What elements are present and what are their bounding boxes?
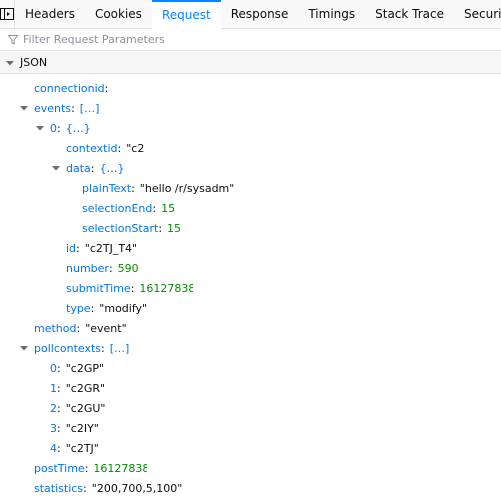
tab-headers[interactable]: Headers [15,0,85,28]
tree-value: "200,700,5,100" [91,481,183,495]
tree-key: pollcontexts [34,341,102,355]
tree-key: 4 [50,441,57,455]
tree-value: "c2 [126,141,145,155]
tree-preview: […] [79,101,100,115]
section-label: JSON [20,56,48,69]
filter-icon [8,34,18,45]
tree-key: type [66,301,91,315]
tree-value: "c2TJ" [65,441,99,455]
tree-key: contextid [66,141,118,155]
filter-bar [0,29,501,51]
tree-key: 0 [50,361,57,375]
tree-row-events[interactable]: events: […] [0,98,501,118]
tree-value: 15 [167,221,182,235]
tree-preview: {…} [65,121,91,135]
tree-value: 16127838 [93,461,148,475]
tree-key: 0 [50,121,57,135]
tree-key: method [34,321,77,335]
tree-row-selectionstart[interactable]: selectionStart: 15 [0,218,501,238]
tree-preview: {…} [99,161,125,175]
tree-row-data[interactable]: data: {…} [0,158,501,178]
chevron-down-icon[interactable] [20,104,28,112]
tree-value: "c2IY" [65,421,99,435]
tree-key: connectionid [34,81,105,95]
tree-preview: […] [109,341,130,355]
tab-bar: Headers Cookies Request Response Timings… [0,0,501,29]
json-tree: connectionid: events: […] 0: {…} context… [0,78,501,498]
tree-row-submittime[interactable]: submitTime: 16127838 [0,278,501,298]
tree-row-events-0[interactable]: 0: {…} [0,118,501,138]
tab-security[interactable]: Security [454,0,501,28]
tree-value: "c2TJ_T4" [84,241,138,255]
tree-row-pollcontext-item[interactable]: 0: "c2GP" [0,358,501,378]
tree-key: selectionStart [82,221,159,235]
tree-value: "hello /r/sysadm" [139,181,235,195]
tab-cookies[interactable]: Cookies [85,0,152,28]
tree-key: 2 [50,401,57,415]
sidebar-panel-icon [0,8,14,20]
json-section-header[interactable]: JSON [0,52,501,74]
tree-row-contextid[interactable]: contextid: "c2 [0,138,501,158]
chevron-down-icon[interactable] [52,164,60,172]
chevron-down-icon[interactable] [20,344,28,352]
tab-response[interactable]: Response [221,0,299,28]
tree-key: selectionEnd [82,201,153,215]
tree-row-number[interactable]: number: 590 [0,258,501,278]
tree-row-statistics[interactable]: statistics: "200,700,5,100" [0,478,501,498]
tree-key: plainText [82,181,132,195]
tree-key: id [66,241,77,255]
tree-row-id[interactable]: id: "c2TJ_T4" [0,238,501,258]
tree-row-type[interactable]: type: "modify" [0,298,501,318]
tree-value: "c2GR" [65,381,106,395]
tree-key: number [66,261,109,275]
toggle-sidebar-button[interactable] [0,0,15,28]
tree-row-plaintext[interactable]: plainText: "hello /r/sysadm" [0,178,501,198]
tree-key: submitTime [66,281,131,295]
tree-value: 16127838 [139,281,194,295]
tree-key: 3 [50,421,57,435]
tree-key: statistics [34,481,84,495]
tree-row-selectionend[interactable]: selectionEnd: 15 [0,198,501,218]
chevron-down-icon[interactable] [36,124,44,132]
tree-row-method[interactable]: method: "event" [0,318,501,338]
tree-key: data [66,161,91,175]
tree-row-pollcontext-item[interactable]: 2: "c2GU" [0,398,501,418]
filter-input[interactable] [23,33,423,46]
tree-row-pollcontexts[interactable]: pollcontexts: […] [0,338,501,358]
tree-row-pollcontext-item[interactable]: 4: "c2TJ" [0,438,501,458]
tab-timings[interactable]: Timings [298,0,365,28]
tree-key: events [34,101,72,115]
chevron-down-icon [6,60,14,65]
tree-key: postTime [34,461,85,475]
tree-row-pollcontext-item[interactable]: 1: "c2GR" [0,378,501,398]
tab-stack-trace[interactable]: Stack Trace [365,0,454,28]
tree-value: "modify" [99,301,148,315]
tree-row-pollcontext-item[interactable]: 3: "c2IY" [0,418,501,438]
tree-value: "c2GP" [65,361,105,375]
tree-value: "c2GU" [65,401,106,415]
tab-request[interactable]: Request [151,0,221,29]
tree-key: 1 [50,381,57,395]
tree-row-connectionid[interactable]: connectionid: [0,78,501,98]
tree-row-posttime[interactable]: postTime: 16127838 [0,458,501,478]
tree-value: 15 [161,201,176,215]
tree-value: "event" [85,321,127,335]
tree-value: 590 [117,261,139,275]
